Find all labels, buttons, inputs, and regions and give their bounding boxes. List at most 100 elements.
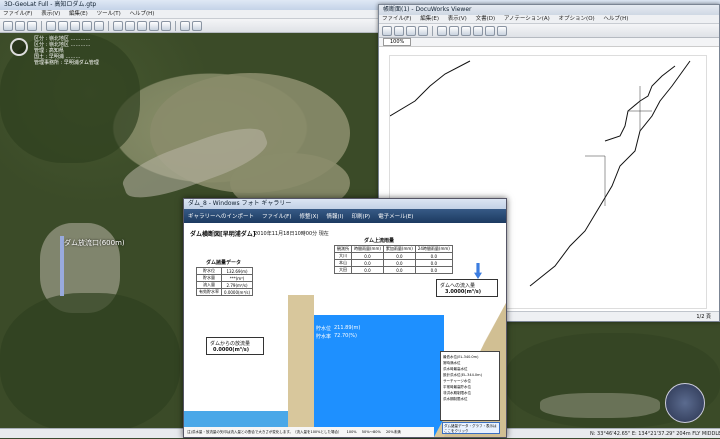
rain-header: ダム上流雨量 (364, 238, 395, 244)
docu-menu-doc[interactable]: 文書(D) (476, 16, 496, 22)
docu-menu-file[interactable]: ファイル(F) (382, 16, 411, 22)
doc-date: 2010年11月18日10時00分 現在 (254, 231, 329, 237)
note-line: 洪水期制限水位 (443, 397, 468, 401)
copy-icon[interactable] (394, 25, 404, 36)
road (540, 393, 660, 418)
menu-tools[interactable]: ツール(T) (97, 11, 121, 17)
docu-menu-annotation[interactable]: アノテーション(A) (504, 16, 550, 22)
marker-icon[interactable] (449, 25, 459, 36)
storage-rate-value: 72.70(%) (334, 333, 357, 339)
menu-help[interactable]: ヘルプ(H) (129, 11, 154, 17)
storage-key: 貯水位 (196, 267, 222, 275)
print-menu[interactable]: 印刷(P) (351, 212, 370, 220)
info-line: 管理事務所 : 早明浦ダム管理 (34, 60, 99, 66)
rain-col: 時間雨量(mm) (351, 245, 384, 253)
water-level-value: 211.89(m) (334, 325, 361, 331)
inflow-label: ダムへの流入量 (440, 283, 476, 289)
cut-icon[interactable] (382, 25, 392, 36)
pen-icon[interactable] (437, 25, 447, 36)
menu-file[interactable]: ファイル(F) (3, 11, 32, 17)
docuworks-menu-bar: ファイル(F) 編集(E) 表示(V) 文書(D) アノテーション(A) オプシ… (379, 15, 719, 24)
rain-cell: 0.0 (414, 259, 453, 267)
measure-icon[interactable] (125, 20, 135, 31)
rain-cell: 0.0 (351, 252, 384, 260)
navigation-control[interactable] (665, 383, 705, 423)
help-icon[interactable] (192, 20, 202, 31)
storage-val: 132.69(m) (220, 267, 254, 275)
toolbar-separator (432, 25, 433, 36)
inflow-arrow-icon (474, 263, 482, 279)
footnote-text: 注)洪水量・放流量の矢印は流入量との割合で大きさが変化します。（流入量を100%… (187, 430, 342, 434)
page-indicator: 1/2 頁 (696, 314, 711, 320)
toolbar-separator (175, 20, 176, 31)
flight-icon[interactable] (149, 20, 159, 31)
text-icon[interactable] (461, 25, 471, 36)
print-icon[interactable] (27, 20, 37, 31)
storage-key: 貯水量 (196, 274, 222, 282)
outflow-label: ダムからの放流量 (210, 341, 251, 347)
save-icon[interactable] (15, 20, 25, 31)
compass-icon[interactable] (10, 38, 28, 56)
gallery-title: ダム_8 - Windows フォト ギャラリー (188, 200, 292, 207)
water-level-label: 貯水位 (316, 326, 332, 332)
rain-cell: 大田 (334, 266, 352, 274)
paste-icon[interactable] (406, 25, 416, 36)
forest-area (0, 293, 180, 428)
import-button[interactable]: ギャラリーへのインポート (188, 212, 254, 220)
gallery-title-bar: ダム_8 - Windows フォト ギャラリー (184, 199, 506, 209)
email-menu[interactable]: 電子メール(E) (378, 212, 413, 220)
inflow-value: 3.0000(m³/s) (445, 289, 482, 295)
menu-view[interactable]: 表示(V) (41, 11, 60, 17)
dam-cross-section-image: ダム横断図[早明浦ダム] 2010年11月18日10時00分 現在 ダム上流雨量… (184, 223, 506, 437)
click-note: ダム諸量データ・グラフ・表示はここをクリック (444, 424, 497, 433)
legend-50: 50%〜80% (361, 430, 381, 434)
rain-cell: 大川 (334, 252, 352, 260)
camera-icon[interactable] (161, 20, 171, 31)
toolbar-separator (108, 20, 109, 31)
docu-menu-view[interactable]: 表示(V) (448, 16, 467, 22)
hand-icon[interactable] (497, 25, 507, 36)
inflow-panel: ダムへの流入量 3.0000(m³/s) (436, 279, 498, 297)
marker-icon[interactable] (137, 20, 147, 31)
print-icon[interactable] (418, 25, 428, 36)
file-menu[interactable]: ファイル(F) (262, 212, 291, 220)
info-menu[interactable]: 情報(I) (327, 212, 344, 220)
legend-100: 100% (346, 430, 357, 434)
dam-label[interactable]: ダム放流口(600m) (64, 238, 125, 248)
rain-col: 累加雨量(mm) (382, 245, 416, 253)
docu-menu-help[interactable]: ヘルプ(H) (603, 16, 628, 22)
storage-header: ダム諸量データ (206, 260, 242, 266)
fix-menu[interactable]: 修整(X) (299, 212, 318, 220)
rain-col: 24時間雨量(mm) (414, 245, 453, 253)
select-icon[interactable] (485, 25, 495, 36)
diagram-footnote: 注)洪水量・放流量の矢印は流入量との割合で大きさが変化します。（流入量を100%… (184, 427, 434, 437)
storage-rate-label: 貯水率 (316, 334, 332, 340)
docuworks-toolbar (379, 24, 719, 38)
rain-cell: 0.0 (382, 259, 416, 267)
main-title: 3D-GeoLat Full - 高知ロダム.gtp (4, 1, 97, 8)
rain-table: 観測所 時間雨量(mm) 累加雨量(mm) 24時間雨量(mm) 大川 0.0 … (334, 245, 453, 274)
pan-icon[interactable] (46, 20, 56, 31)
zoom-select[interactable]: 100% (383, 38, 412, 46)
zoom-in-icon[interactable] (58, 20, 68, 31)
gallery-toolbar: ギャラリーへのインポート ファイル(F) 修整(X) 情報(I) 印刷(P) 電… (184, 209, 506, 223)
photo-gallery-window: ダム_8 - Windows フォト ギャラリー ギャラリーへのインポート ファ… (183, 198, 507, 438)
data-link-button[interactable]: ダム諸量データ・グラフ・表示はここをクリック (442, 422, 500, 434)
zoom-out-icon[interactable] (70, 20, 80, 31)
rain-cell: 本山 (334, 259, 352, 267)
rain-cell: 0.0 (351, 266, 384, 274)
stamp-icon[interactable] (473, 25, 483, 36)
docu-menu-options[interactable]: オプション(O) (559, 16, 595, 22)
open-icon[interactable] (3, 20, 13, 31)
doc-title: ダム横断図[早明浦ダム] (190, 231, 256, 238)
docu-menu-edit[interactable]: 編集(E) (420, 16, 439, 22)
menu-edit[interactable]: 編集(E) (69, 11, 88, 17)
tilt-icon[interactable] (94, 20, 104, 31)
rain-cell: 0.0 (414, 252, 453, 260)
rain-col: 観測所 (334, 245, 352, 253)
rotate-icon[interactable] (82, 20, 92, 31)
level-notes-panel: 最低水位(EL.340.0m) 常時満水位 洪水時最高水位 設計洪水位(EL.3… (440, 351, 500, 421)
rain-cell: 0.0 (414, 266, 453, 274)
layer-icon[interactable] (113, 20, 123, 31)
settings-icon[interactable] (180, 20, 190, 31)
